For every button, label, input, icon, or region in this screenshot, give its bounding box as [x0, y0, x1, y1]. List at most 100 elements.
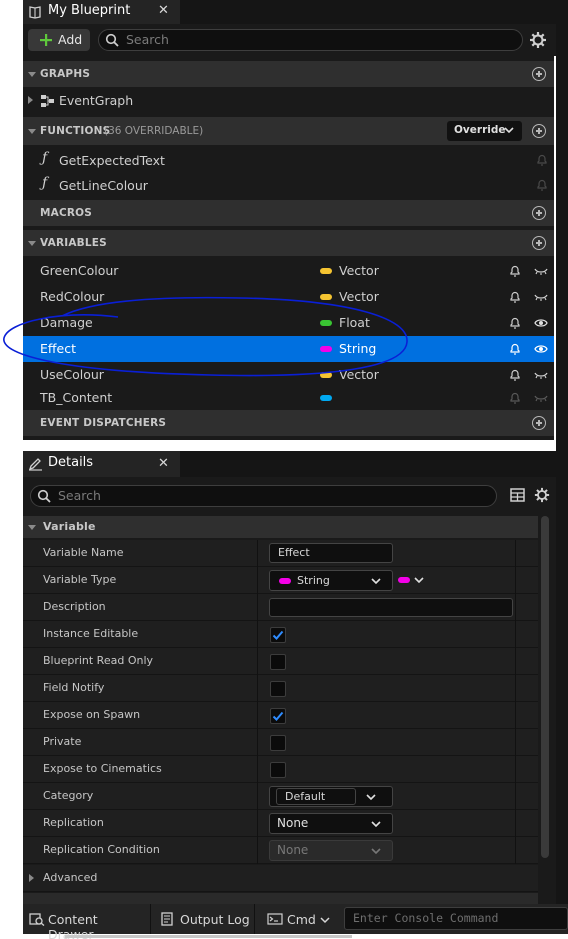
column-divider: [257, 729, 258, 756]
section-graphs[interactable]: GRAPHS: [23, 61, 554, 87]
add-button[interactable]: Add: [28, 29, 90, 51]
advanced-section[interactable]: Advanced: [23, 865, 538, 892]
variable-type: Float: [339, 315, 370, 330]
replication-condition-dropdown: None: [269, 840, 393, 861]
add-graph-icon[interactable]: [532, 67, 546, 81]
variable-name: Damage: [40, 315, 93, 330]
column-divider: [515, 540, 516, 567]
variable-name-field[interactable]: Effect: [269, 543, 393, 563]
add-label: Add: [58, 32, 83, 47]
checkbox[interactable]: [270, 735, 286, 751]
settings-gear-icon[interactable]: [534, 487, 550, 503]
variable-type: String: [339, 341, 377, 356]
add-variable-icon[interactable]: [532, 236, 546, 250]
add-event-dispatcher-icon[interactable]: [532, 416, 546, 430]
collapsed-triangle-icon: [29, 874, 34, 882]
eye-closed-icon[interactable]: [534, 265, 548, 277]
section-label: VARIABLES: [40, 237, 107, 249]
check-icon: [272, 711, 284, 721]
column-divider: [515, 648, 516, 675]
eye-open-icon[interactable]: [534, 317, 548, 329]
details-scrollbar[interactable]: [541, 516, 549, 858]
bell-icon: [536, 179, 548, 191]
property-label: Category: [43, 789, 94, 802]
details-search-input[interactable]: Search: [30, 485, 497, 507]
property-label: Instance Editable: [43, 627, 139, 640]
section-variable[interactable]: Variable: [23, 516, 538, 538]
bell-icon[interactable]: [509, 317, 521, 329]
close-icon[interactable]: ✕: [158, 3, 169, 18]
settings-gear-icon[interactable]: [529, 31, 547, 49]
checkbox[interactable]: [270, 708, 286, 724]
collapsed-triangle-icon: [28, 96, 33, 104]
eye-closed-icon[interactable]: [534, 392, 548, 404]
bell-icon[interactable]: [509, 392, 521, 404]
output-log-icon: [161, 912, 173, 926]
graph-icon: [40, 94, 55, 108]
content-drawer-button[interactable]: Content Drawer: [23, 904, 146, 939]
function-item[interactable]: ƒ GetLineColour: [23, 172, 554, 198]
category-field[interactable]: Default: [276, 788, 356, 805]
function-item[interactable]: ƒ GetExpectedText: [23, 147, 554, 173]
property-label: Field Notify: [43, 681, 105, 694]
variable-item[interactable]: GreenColour Vector: [23, 258, 554, 284]
property-row: Field Notify: [23, 675, 538, 702]
variable-item[interactable]: RedColour Vector: [23, 284, 554, 310]
eye-closed-icon[interactable]: [534, 291, 548, 303]
eye-closed-icon[interactable]: [534, 369, 548, 381]
chevron-down-icon: [320, 916, 330, 924]
variable-item[interactable]: Effect String: [23, 336, 554, 362]
section-variables[interactable]: VARIABLES: [23, 230, 554, 256]
chevron-down-icon: [371, 577, 381, 585]
graph-item-eventgraph[interactable]: EventGraph: [23, 89, 554, 113]
console-command-input[interactable]: Enter Console Command: [344, 907, 568, 930]
type-pill-icon: [320, 395, 332, 401]
container-type-dropdown[interactable]: [397, 574, 427, 588]
cmd-label: Cmd: [287, 912, 316, 927]
variable-item[interactable]: TB_Content: [23, 385, 554, 411]
column-divider: [257, 837, 258, 864]
checkbox[interactable]: [270, 681, 286, 697]
column-divider: [515, 837, 516, 864]
add-function-icon[interactable]: [532, 124, 546, 138]
variable-name: GreenColour: [40, 263, 119, 278]
cmd-dropdown[interactable]: Cmd: [258, 904, 338, 934]
eye-open-icon[interactable]: [534, 343, 548, 355]
description-field[interactable]: [269, 598, 513, 617]
section-label: FUNCTIONS: [40, 125, 111, 137]
checkbox[interactable]: [270, 654, 286, 670]
bell-icon[interactable]: [509, 343, 521, 355]
close-icon[interactable]: ✕: [158, 456, 169, 471]
variable-type: Vector: [339, 289, 379, 304]
column-divider: [257, 621, 258, 648]
tab-title: Details: [48, 455, 94, 470]
variable-item[interactable]: Damage Float: [23, 310, 554, 336]
section-label: MACROS: [40, 207, 93, 219]
bell-icon[interactable]: [509, 291, 521, 303]
section-functions[interactable]: FUNCTIONS (36 OVERRIDABLE) Override: [23, 117, 554, 145]
bell-icon[interactable]: [509, 265, 521, 277]
bell-icon[interactable]: [509, 369, 521, 381]
property-row: Expose to Cinematics: [23, 756, 538, 783]
console-placeholder: Enter Console Command: [353, 911, 499, 925]
section-event-dispatchers[interactable]: EVENT DISPATCHERS: [23, 410, 554, 436]
blueprint-search-input[interactable]: Search: [98, 29, 523, 51]
variable-type: Vector: [339, 367, 379, 382]
column-divider: [515, 783, 516, 810]
checkbox[interactable]: [270, 627, 286, 643]
override-dropdown[interactable]: Override: [447, 121, 522, 141]
expand-triangle-icon: [28, 72, 36, 77]
function-icon: ƒ: [42, 150, 48, 166]
category-combo[interactable]: Default: [269, 786, 393, 807]
tab-my-blueprint[interactable]: My Blueprint ✕: [23, 0, 180, 24]
chevron-down-icon: [504, 126, 514, 134]
replication-dropdown[interactable]: None: [269, 813, 393, 834]
variable-type-dropdown[interactable]: String: [269, 570, 393, 591]
section-macros[interactable]: MACROS: [23, 200, 554, 226]
column-divider: [257, 783, 258, 810]
checkbox[interactable]: [270, 762, 286, 778]
output-log-button[interactable]: Output Log: [152, 904, 250, 934]
table-view-icon[interactable]: [510, 488, 525, 502]
tab-details[interactable]: Details ✕: [23, 451, 180, 477]
add-macro-icon[interactable]: [532, 206, 546, 220]
